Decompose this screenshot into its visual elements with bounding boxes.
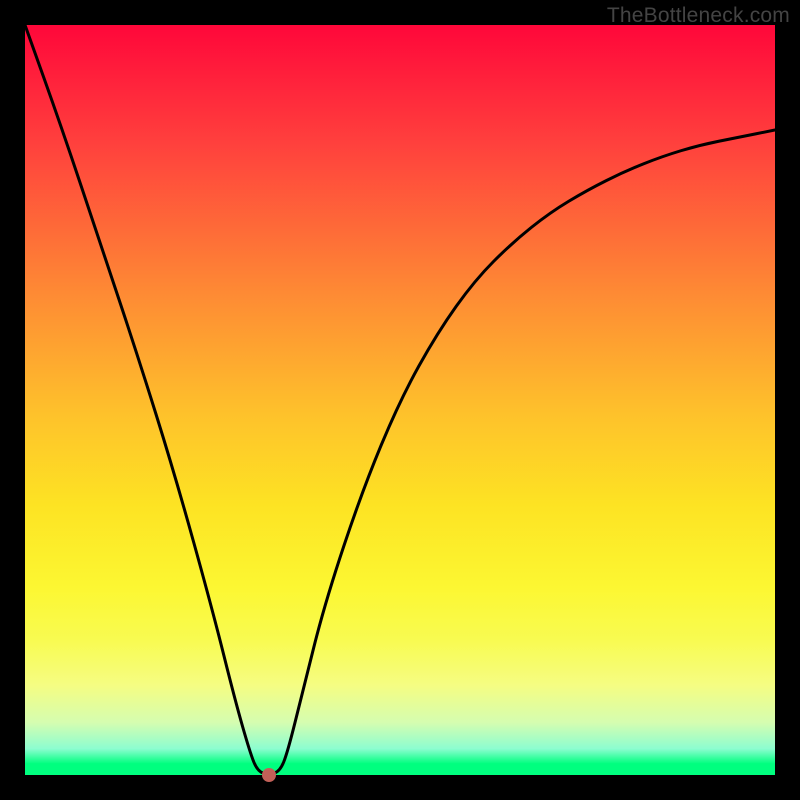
curve-svg xyxy=(25,25,775,775)
chart-area xyxy=(25,25,775,775)
watermark-text: TheBottleneck.com xyxy=(607,4,790,28)
optimum-marker xyxy=(262,768,276,782)
bottleneck-curve xyxy=(25,25,775,774)
